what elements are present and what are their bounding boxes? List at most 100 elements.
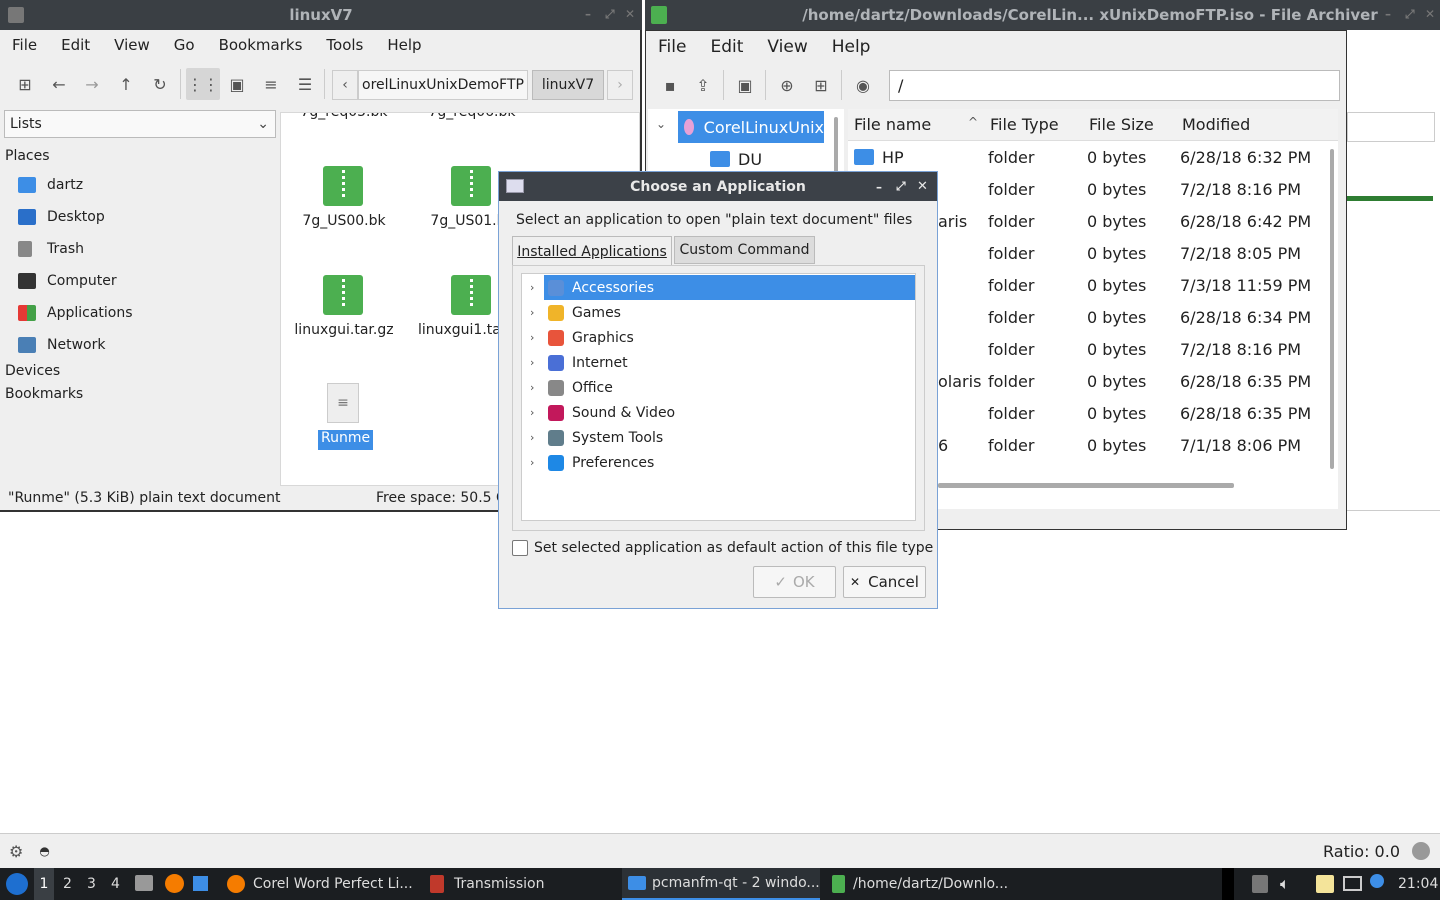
bg-input[interactable] (1347, 112, 1435, 142)
archive-file-icon[interactable] (451, 275, 491, 315)
maximize-icon[interactable]: ⤢ (896, 179, 906, 194)
up-icon[interactable]: ↑ (112, 70, 140, 98)
default-action-label[interactable]: Set selected application as default acti… (534, 540, 933, 556)
file-name-selected[interactable]: Runme (318, 430, 374, 450)
category-item[interactable]: › Preferences (522, 450, 915, 475)
new-tab-icon[interactable]: ⊞ (11, 70, 39, 98)
category-item[interactable]: › Office (522, 375, 915, 400)
archiver-titlebar[interactable]: /home/dartz/Downloads/CorelLin... xUnixD… (645, 0, 1440, 30)
column-header-name[interactable]: File name (854, 115, 931, 134)
category-item[interactable]: › Sound & Video (522, 400, 915, 425)
detailed-view-icon[interactable]: ☰ (291, 70, 319, 98)
category-item[interactable]: › System Tools (522, 425, 915, 450)
start-menu-icon[interactable] (6, 873, 28, 895)
category-item[interactable]: › Accessories (522, 275, 915, 300)
column-header-modified[interactable]: Modified (1182, 115, 1250, 134)
task-transmission[interactable]: Transmission (424, 868, 619, 900)
fm-titlebar[interactable]: linuxV7 – ⤢ ✕ (0, 0, 642, 30)
expand-arrow-icon[interactable]: › (522, 431, 544, 444)
path-crumb[interactable]: orelLinuxUnixDemoFTP (358, 70, 528, 100)
location-input[interactable]: / (889, 70, 1340, 101)
desktop-1[interactable]: 1 (34, 868, 54, 900)
expand-arrow-icon[interactable]: › (522, 281, 544, 294)
archive-file-icon[interactable] (323, 166, 363, 206)
add-file-icon[interactable]: ⊕ (773, 71, 801, 99)
expand-arrow-icon[interactable]: › (522, 356, 544, 369)
expand-arrow-icon[interactable]: › (522, 381, 544, 394)
reload-icon[interactable]: ↻ (146, 70, 174, 98)
expand-arrow-icon[interactable]: › (522, 456, 544, 469)
sidebar-item-dartz[interactable]: dartz (18, 173, 83, 197)
vertical-scrollbar[interactable] (1330, 149, 1334, 469)
file-name[interactable]: 7g_US00.bk (281, 213, 409, 229)
sidebar-item-network[interactable]: Network (18, 333, 105, 357)
add-folder-icon[interactable]: ⊞ (807, 71, 835, 99)
desktop-3[interactable]: 3 (87, 876, 96, 892)
sidebar-item-applications[interactable]: Applications (18, 301, 133, 325)
menu-bookmarks[interactable]: Bookmarks (207, 36, 315, 54)
text-file-icon[interactable]: ≡ (327, 383, 359, 423)
menu-view[interactable]: View (102, 36, 162, 54)
tree-child-item[interactable]: DU (710, 145, 762, 173)
close-icon[interactable]: ✕ (917, 179, 928, 194)
menu-tools[interactable]: Tools (314, 36, 375, 54)
cancel-button[interactable]: ✕ Cancel (843, 566, 926, 598)
bookmarks-header[interactable]: Bookmarks (5, 386, 83, 402)
table-row[interactable]: HP folder 0 bytes 6/28/18 6:32 PM (848, 141, 1328, 173)
file-name[interactable]: 7g_req06.bk (407, 113, 537, 120)
settings-icon[interactable]: ⚙ (9, 842, 23, 861)
menu-help[interactable]: Help (820, 37, 883, 57)
menu-file[interactable]: File (646, 37, 698, 57)
horizontal-scrollbar[interactable] (938, 483, 1234, 488)
path-scroll-right-icon[interactable]: › (607, 70, 633, 100)
tree-collapse-icon[interactable]: ⌄ (656, 117, 666, 131)
application-tree[interactable]: › Accessories › Games › Graphics › Internet › Off… (521, 273, 916, 521)
close-icon[interactable]: ✕ (625, 7, 635, 21)
clock[interactable]: 21:04 (1398, 876, 1438, 892)
menu-edit[interactable]: Edit (49, 36, 102, 54)
firefox-launcher-icon[interactable] (165, 874, 184, 893)
compact-view-icon[interactable]: ≡ (257, 70, 285, 98)
task-pcmanfm[interactable]: pcmanfm-qt - 2 windo... (622, 868, 820, 900)
ratio-icon[interactable] (1412, 842, 1430, 860)
menu-edit[interactable]: Edit (698, 37, 755, 57)
tree-scrollbar[interactable] (834, 117, 838, 177)
menu-go[interactable]: Go (162, 36, 207, 54)
icon-view-icon[interactable]: ⋮⋮ (186, 68, 220, 100)
path-scroll-left-icon[interactable]: ‹ (332, 70, 358, 100)
archive-file-icon[interactable] (451, 166, 491, 206)
sidebar-item-trash[interactable]: Trash (18, 237, 84, 261)
archive-properties-icon[interactable]: ▣ (731, 71, 759, 99)
tree-root-item[interactable]: CorelLinuxUnix (678, 111, 824, 143)
devices-header[interactable]: Devices (5, 363, 60, 379)
menu-view[interactable]: View (755, 37, 819, 57)
category-item[interactable]: › Internet (522, 350, 915, 375)
file-name[interactable]: 7g_req05.bk (281, 113, 409, 120)
expand-arrow-icon[interactable]: › (522, 331, 544, 344)
network-status-icon[interactable] (1343, 876, 1362, 891)
volume-icon[interactable]: 🔈︎ (1280, 874, 1290, 894)
maximize-icon[interactable]: ⤢ (1405, 7, 1415, 22)
category-item[interactable]: › Graphics (522, 325, 915, 350)
clipboard-icon[interactable] (1316, 875, 1334, 893)
close-icon[interactable]: ✕ (1425, 7, 1435, 21)
file-name[interactable]: linuxgui.tar.gz (281, 322, 409, 338)
sidebar-item-computer[interactable]: Computer (18, 269, 117, 293)
extract-icon[interactable]: ⇪ (689, 71, 717, 99)
column-header-type[interactable]: File Type (990, 115, 1059, 134)
minimize-icon[interactable]: – (1385, 7, 1391, 21)
maximize-icon[interactable]: ⤢ (605, 7, 615, 22)
new-archive-icon[interactable]: ▪ (656, 71, 684, 99)
turtle-icon[interactable]: ◓ (39, 844, 49, 858)
menu-file[interactable]: File (0, 36, 49, 54)
forward-icon[interactable]: → (78, 70, 106, 98)
category-item[interactable]: › Games (522, 300, 915, 325)
desktop-2[interactable]: 2 (63, 876, 72, 892)
expand-arrow-icon[interactable]: › (522, 406, 544, 419)
thumbnail-view-icon[interactable]: ▣ (223, 70, 251, 98)
tray-updates-icon[interactable] (1252, 875, 1268, 893)
column-header-size[interactable]: File Size (1089, 115, 1154, 134)
side-pane-mode[interactable]: Lists ⌄ (4, 110, 276, 138)
expand-arrow-icon[interactable]: › (522, 306, 544, 319)
sidebar-item-desktop[interactable]: Desktop (18, 205, 105, 229)
